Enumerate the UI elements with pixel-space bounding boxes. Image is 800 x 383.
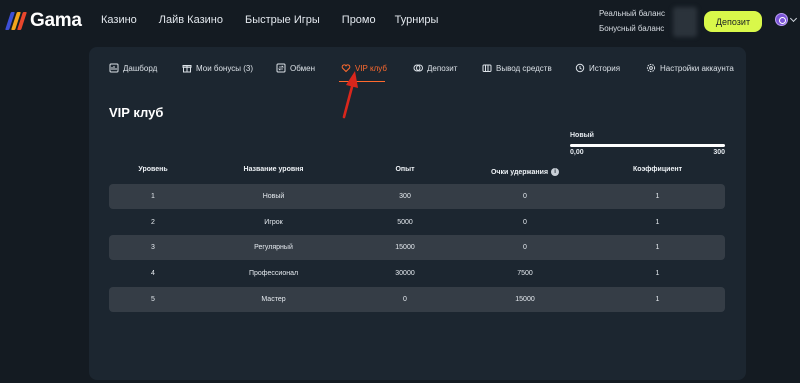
tab-label: Дашборд: [123, 63, 158, 73]
cell-coefficient: 1: [655, 244, 660, 252]
page-title: VIP клуб: [109, 105, 164, 120]
tab-label: Мои бонусы (3): [196, 63, 254, 73]
tab-label: История: [589, 63, 621, 73]
cell-level-name: Игрок: [264, 218, 283, 226]
tab-dashboard[interactable]: Дашборд: [109, 59, 157, 77]
header-level: Уровень: [138, 166, 168, 173]
user-circle-icon[interactable]: [775, 13, 788, 26]
table-row: 3 Регулярный 15000 0 1: [109, 235, 725, 261]
cell-retention-points: 0: [523, 218, 527, 226]
table-row: 1 Новый 300 0 1: [109, 184, 725, 209]
cell-coefficient: 1: [655, 193, 660, 200]
cell-experience: 15000: [395, 244, 415, 252]
tab-history[interactable]: История: [575, 59, 620, 77]
table-row: 5 Мастер 0 15000 1: [109, 286, 725, 312]
current-level-name: Новый: [570, 132, 594, 139]
cell-experience: 30000: [395, 270, 415, 278]
progress-min: 0,00: [570, 149, 584, 156]
logo-text: Gama: [30, 10, 82, 31]
cell-level-name: Новый: [262, 193, 285, 200]
chevron-down-icon[interactable]: [789, 14, 798, 23]
cell-retention-points: 15000: [515, 295, 535, 303]
cell-coefficient: 1: [655, 295, 660, 303]
vip-levels-table: Уровень Название уровня Опыт Очки удержа…: [109, 166, 725, 312]
header-coefficient: Коэффициент: [632, 166, 683, 173]
header-level-name: Название уровня: [243, 166, 304, 173]
table-body: 1 Новый 300 0 1 2 Игрок 5000 0 1 3 Регулярный 15000 0…: [109, 184, 725, 312]
balance-values-redacted: [673, 7, 697, 37]
cell-retention-points: 0: [523, 193, 527, 200]
progress-range: 0,00 300: [570, 149, 725, 156]
balance-box[interactable]: Реальный баланс Бонусный баланс: [591, 5, 699, 37]
tab-exchange[interactable]: Обмен: [276, 59, 315, 77]
cell-experience: 0: [403, 295, 407, 303]
logo-icon: [5, 11, 27, 31]
nav-item-fast-games[interactable]: Быстрые Игры: [245, 14, 320, 26]
cell-level: 4: [151, 270, 155, 278]
cell-level-name: Мастер: [261, 295, 286, 303]
gift-icon: [182, 65, 192, 73]
cell-retention-points: 7500: [517, 270, 533, 278]
progress-fill: [570, 144, 725, 147]
nav-item-tournaments[interactable]: Турниры: [395, 14, 439, 26]
nav-item-promo[interactable]: Промо: [342, 14, 376, 26]
cell-level: 3: [151, 244, 155, 252]
info-icon[interactable]: i: [551, 168, 560, 176]
progress-max: 300: [713, 149, 725, 156]
history-icon: [575, 63, 585, 73]
main-nav: Казино Лайв Казино Быстрые Игры Промо Ту…: [101, 14, 438, 26]
wallet-icon: [482, 64, 492, 72]
coins-icon: [413, 64, 423, 72]
progress-track: [570, 144, 725, 147]
table-row: 2 Игрок 5000 0 1: [109, 210, 725, 235]
real-balance-label: Реальный баланс: [599, 9, 665, 18]
tab-withdraw[interactable]: Вывод средств: [482, 59, 552, 77]
vip-progress: Новый 0,00 300: [570, 132, 725, 156]
cell-level-name: Регулярный: [254, 244, 293, 252]
bonus-balance-label: Бонусный баланс: [599, 24, 665, 33]
tab-deposit[interactable]: Депозит: [413, 59, 457, 77]
tab-label: Настройки аккаунта: [660, 63, 734, 73]
table-header: Уровень Название уровня Опыт Очки удержа…: [109, 166, 725, 178]
tab-label: Вывод средств: [496, 63, 552, 73]
account-panel: Дашборд Мои бонусы (3) Обмен VIP клуб Де…: [89, 47, 746, 380]
tab-my-bonuses[interactable]: Мои бонусы (3): [182, 59, 253, 77]
top-bar: Gama Казино Лайв Казино Быстрые Игры Про…: [0, 0, 800, 44]
tab-label: Депозит: [427, 63, 458, 73]
logo[interactable]: Gama: [5, 10, 82, 32]
header-retention-label: Очки удержания: [490, 168, 549, 176]
cell-coefficient: 1: [655, 218, 660, 226]
cell-level: 1: [151, 193, 155, 200]
header-retention-points: Очки удержания i: [460, 166, 590, 178]
tab-account-settings[interactable]: Настройки аккаунта: [646, 59, 734, 77]
cell-level: 2: [151, 218, 155, 226]
nav-item-live-casino[interactable]: Лайв Казино: [159, 14, 223, 26]
dashboard-icon: [109, 63, 119, 73]
header-deposit-button[interactable]: Депозит: [704, 11, 762, 32]
tab-label: Обмен: [290, 63, 315, 73]
table-row: 4 Профессионал 30000 7500 1: [109, 261, 725, 286]
gear-icon: [646, 63, 656, 73]
account-tabs: Дашборд Мои бонусы (3) Обмен VIP клуб Де…: [89, 59, 746, 79]
header-experience: Опыт: [395, 166, 415, 173]
exchange-icon: [276, 63, 286, 73]
tab-label: VIP клуб: [355, 63, 387, 73]
cell-retention-points: 0: [523, 244, 527, 252]
cell-level-name: Профессионал: [248, 270, 299, 278]
nav-item-casino[interactable]: Казино: [101, 14, 137, 26]
pointer-arrow-icon: [342, 71, 358, 119]
cell-experience: 5000: [397, 218, 413, 226]
cell-experience: 300: [399, 193, 411, 200]
cell-coefficient: 1: [655, 270, 660, 278]
cell-level: 5: [151, 295, 155, 303]
